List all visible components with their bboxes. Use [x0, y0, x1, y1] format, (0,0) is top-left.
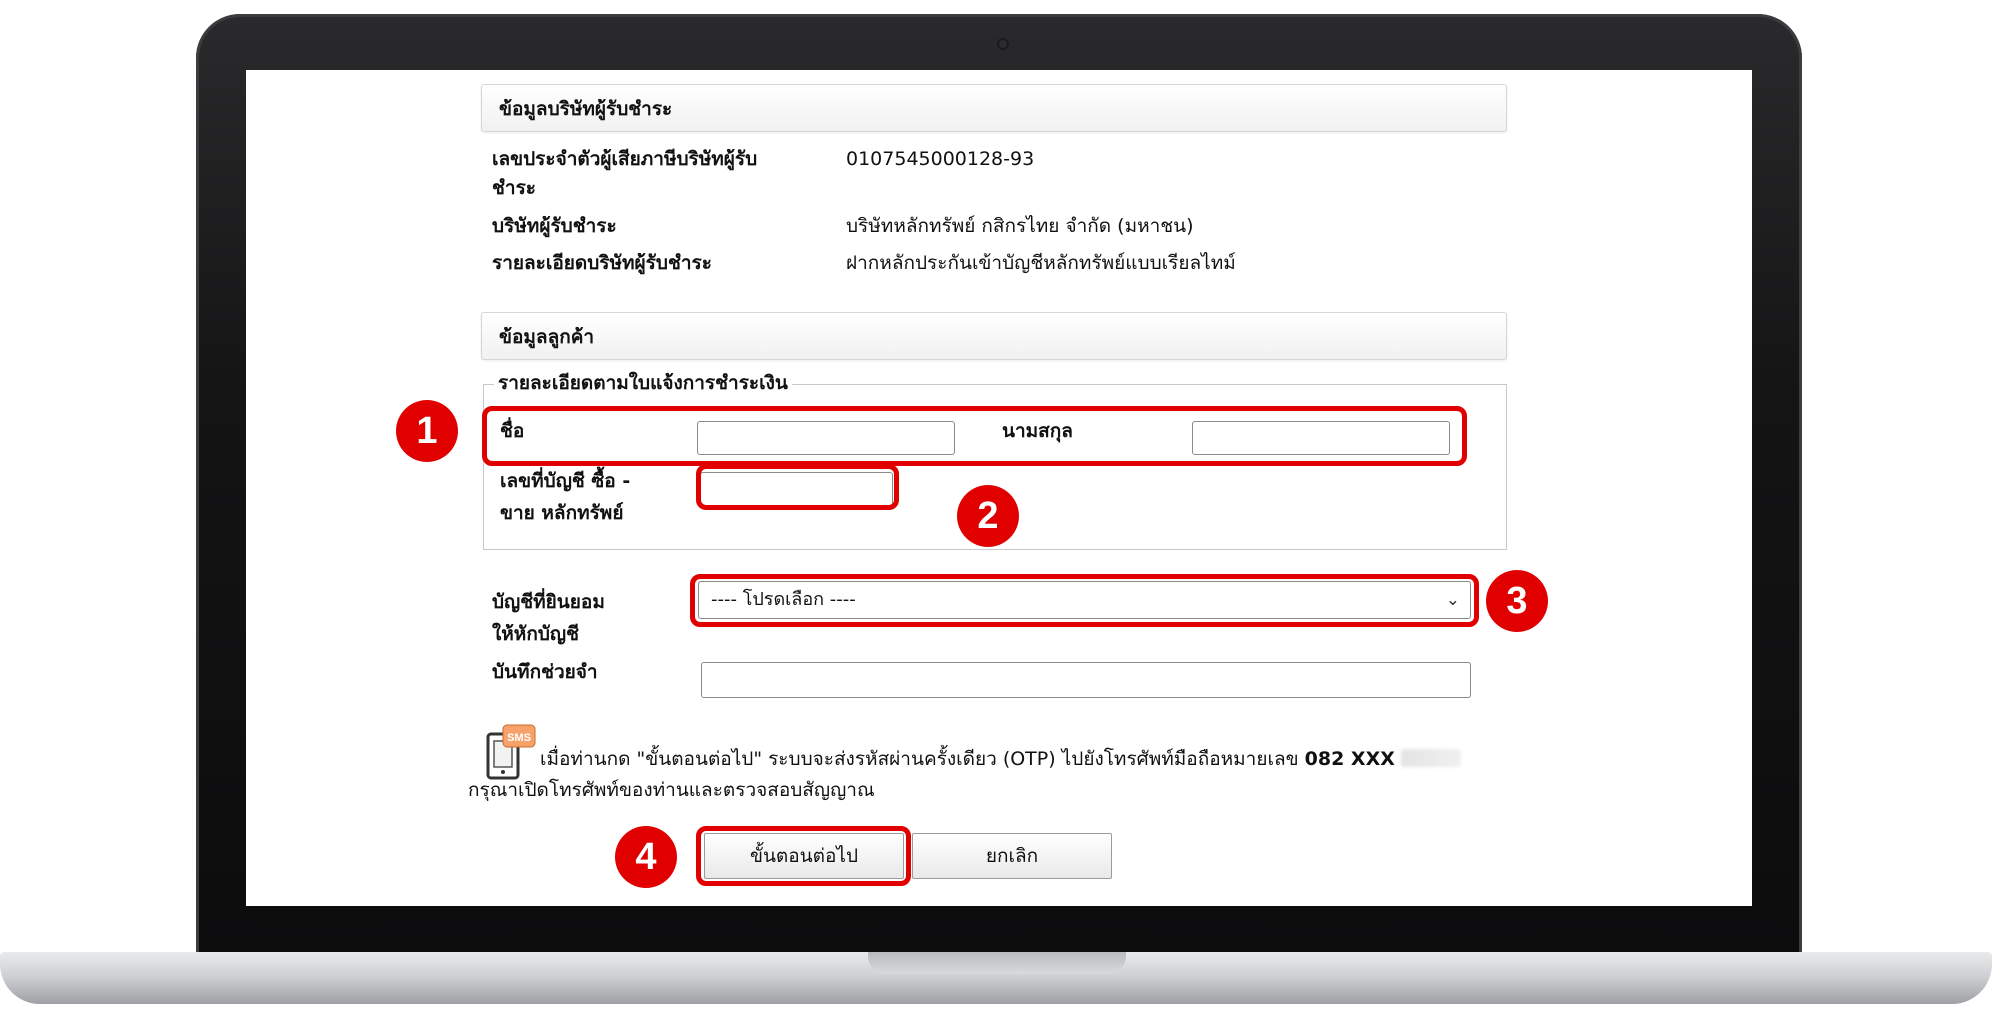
- step-badge-3: 3: [1486, 570, 1548, 632]
- customer-section-header: ข้อมูลลูกค้า: [481, 312, 1507, 360]
- tax-id-label-line1: เลขประจำตัวผู้เสียภาษีบริษัทผู้รับ: [492, 148, 758, 170]
- account-label-line1: เลขที่บัญชี ซื้อ -: [500, 470, 631, 492]
- next-step-button[interactable]: ขั้นตอนต่อไป: [704, 833, 904, 879]
- memo-label: บันทึกช่วยจำ: [492, 661, 598, 683]
- otp-notice-line1: เมื่อท่านกด "ขั้นตอนต่อไป" ระบบจะส่งรหัส…: [540, 744, 1461, 774]
- company-section-header: ข้อมูลบริษัทผู้รับชำระ: [481, 84, 1507, 132]
- chevron-down-icon: ⌄: [1445, 590, 1460, 610]
- debit-account-label-line2: ให้หักบัญชี: [492, 623, 579, 645]
- webcam: [997, 38, 1009, 50]
- company-label: บริษัทผู้รับชำระ: [492, 215, 617, 237]
- payment-detail-legend: รายละเอียดตามใบแจ้งการชำระเงิน: [494, 369, 792, 397]
- first-name-label: ชื่อ: [500, 420, 525, 442]
- laptop-base-notch: [868, 952, 1126, 974]
- account-label-line2: ขาย หลักทรัพย์: [500, 502, 624, 524]
- sms-icon-text: SMS: [507, 732, 531, 744]
- debit-account-label-line1: บัญชีที่ยินยอม: [492, 591, 605, 613]
- tax-id-label-line2: ชำระ: [492, 177, 536, 199]
- cancel-button[interactable]: ยกเลิก: [912, 833, 1112, 879]
- otp-notice-text: เมื่อท่านกด "ขั้นตอนต่อไป" ระบบจะส่งรหัส…: [540, 748, 1299, 770]
- company-value: บริษัทหลักทรัพย์ กสิกรไทย จำกัด (มหาชน): [846, 215, 1194, 237]
- memo-input[interactable]: [701, 662, 1471, 698]
- otp-phone-number: 082 XXX: [1304, 748, 1395, 770]
- debit-account-selected: ---- โปรดเลือก ----: [711, 589, 856, 610]
- company-detail-label: รายละเอียดบริษัทผู้รับชำระ: [492, 252, 712, 274]
- sms-phone-icon: SMS: [486, 724, 536, 780]
- otp-notice-line2: กรุณาเปิดโทรศัพท์ของท่านและตรวจสอบสัญญาณ: [468, 779, 875, 801]
- laptop-screen: ข้อมูลบริษัทผู้รับชำระ เลขประจำตัวผู้เสี…: [246, 70, 1752, 906]
- first-name-input[interactable]: [697, 421, 955, 455]
- step-badge-1: 1: [396, 400, 458, 462]
- tax-id-value: 0107545000128-93: [846, 148, 1035, 170]
- masked-phone-digits: [1400, 749, 1461, 767]
- trading-account-input[interactable]: [700, 472, 893, 506]
- last-name-input[interactable]: [1192, 421, 1450, 455]
- company-detail-value: ฝากหลักประกันเข้าบัญชีหลักทรัพย์แบบเรียล…: [846, 252, 1236, 274]
- step-badge-2: 2: [957, 485, 1019, 547]
- debit-account-select[interactable]: ---- โปรดเลือก ---- ⌄: [698, 581, 1471, 619]
- last-name-label: นามสกุล: [1002, 420, 1073, 442]
- step-badge-4: 4: [615, 826, 677, 888]
